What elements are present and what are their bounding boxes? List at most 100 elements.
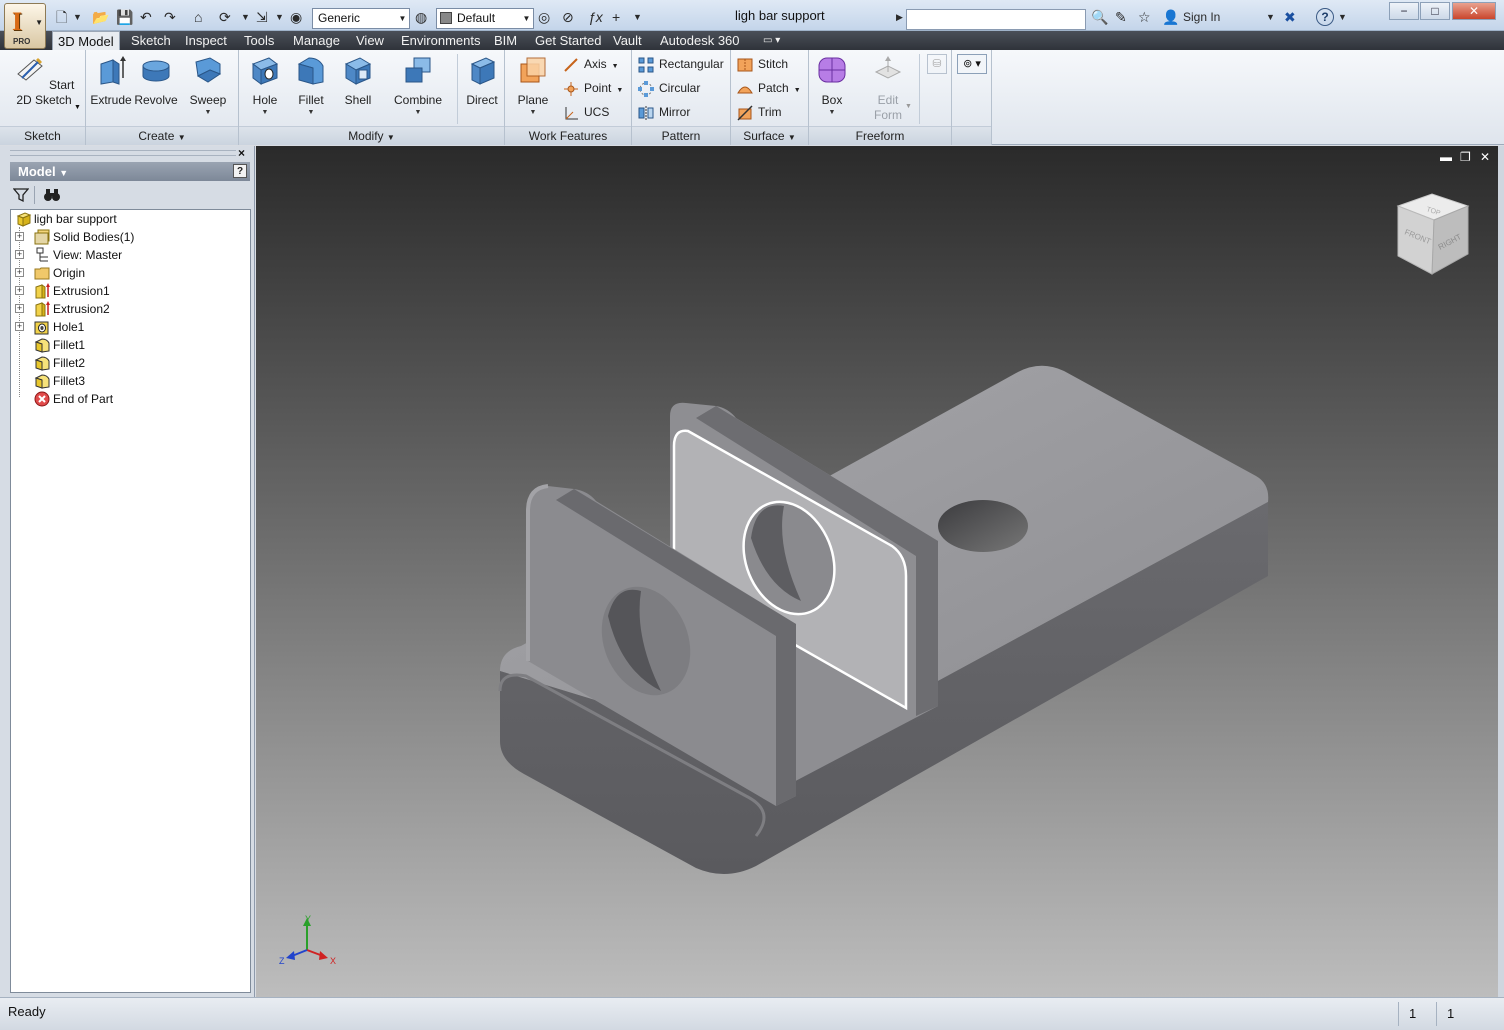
undo-icon[interactable]: ↶: [140, 8, 152, 26]
modify-panel-label[interactable]: Modify ▼: [239, 126, 504, 145]
update-icon[interactable]: ⟳: [219, 8, 231, 26]
direct-edit-button[interactable]: Direct: [461, 54, 503, 108]
customize-qat-icon[interactable]: ▼: [633, 8, 642, 26]
favorites-star-icon[interactable]: ☆: [1138, 8, 1151, 26]
extrude-button[interactable]: Extrude: [89, 54, 133, 108]
select-dropdown-icon[interactable]: ▼: [275, 8, 284, 26]
new-document-icon[interactable]: 🗋: [56, 8, 67, 26]
part-model[interactable]: [256, 146, 1498, 997]
ribbon-display-options-icon[interactable]: ▭ ▾: [758, 31, 785, 50]
chevron-down-icon[interactable]: ▼: [74, 104, 81, 111]
expand-icon[interactable]: +: [15, 304, 24, 313]
start-2d-sketch-button[interactable]: Start 2D Sketch: [8, 54, 80, 108]
view-rep-icon: [36, 247, 48, 262]
expand-icon[interactable]: +: [15, 268, 24, 277]
y-axis-label: Y: [305, 914, 311, 924]
update-dropdown-icon[interactable]: ▼: [241, 8, 250, 26]
base-plate-hole[interactable]: [938, 500, 1028, 552]
mirror-button[interactable]: Mirror: [638, 101, 690, 123]
expand-icon[interactable]: +: [15, 322, 24, 331]
browser-help-icon[interactable]: ?: [233, 164, 247, 178]
tab-autodesk-360[interactable]: Autodesk 360: [655, 31, 745, 50]
patch-button[interactable]: Patch ▼: [737, 77, 801, 99]
point-button[interactable]: Point ▼: [563, 77, 623, 99]
hole-button[interactable]: Hole ▼: [245, 54, 285, 117]
application-menu-button[interactable]: I PRO ▼: [4, 3, 46, 49]
modify-separator: [457, 54, 458, 124]
material-select[interactable]: Generic ▼: [312, 8, 410, 29]
ucs-button[interactable]: UCS: [563, 101, 609, 123]
graphics-viewport[interactable]: ▬ ❐ ✕ TOP FRONT RIGHT Y X Z: [256, 146, 1498, 997]
freeform-box-button[interactable]: Box ▼: [813, 54, 851, 117]
help-icon[interactable]: ?: [1316, 8, 1334, 26]
chevron-down-icon: ▼: [522, 14, 531, 23]
status-text: Ready: [8, 1004, 46, 1019]
close-icon[interactable]: ×: [238, 146, 245, 160]
create-panel: Extrude Revolve Sweep ▼ Create ▼: [86, 50, 239, 145]
more-options-icon[interactable]: ⊚ ▾: [957, 54, 987, 74]
browser-header[interactable]: Model ▼ ?: [10, 162, 250, 181]
close-window-button[interactable]: ✕: [1452, 2, 1496, 20]
create-panel-label[interactable]: Create ▼: [86, 126, 238, 145]
find-binoculars-icon[interactable]: [43, 187, 61, 203]
search-icon[interactable]: 🔍: [1091, 8, 1108, 26]
tab-tools[interactable]: Tools: [239, 31, 279, 50]
select-icon[interactable]: ⇲: [256, 8, 268, 26]
tree-node-label: Solid Bodies(1): [53, 230, 135, 244]
fillet-button[interactable]: Fillet ▼: [291, 54, 331, 117]
axis-button[interactable]: Axis ▼: [563, 53, 619, 75]
edit-form-button[interactable]: Edit Form: [865, 54, 911, 123]
plane-label: Plane: [517, 93, 549, 107]
combine-button[interactable]: Combine ▼: [389, 54, 447, 117]
search-expand-icon[interactable]: ▶: [896, 8, 903, 26]
patch-label: Patch: [758, 81, 789, 95]
stitch-button[interactable]: Stitch: [737, 53, 788, 75]
trim-button[interactable]: Trim: [737, 101, 782, 123]
tab-manage[interactable]: Manage: [288, 31, 345, 50]
sign-in-link[interactable]: Sign In: [1183, 8, 1220, 26]
appearance-select[interactable]: Default ▼: [436, 8, 534, 29]
work-plane-icon: [520, 57, 546, 83]
help-search-input[interactable]: [906, 9, 1086, 30]
surface-panel-label[interactable]: Surface ▼: [731, 126, 808, 145]
tab-view[interactable]: View: [351, 31, 389, 50]
help-dropdown-icon[interactable]: ▼: [1338, 8, 1347, 26]
tab-inspect[interactable]: Inspect: [180, 31, 232, 50]
revolve-button[interactable]: Revolve: [133, 54, 179, 108]
plane-button[interactable]: Plane ▼: [511, 54, 555, 117]
expand-icon[interactable]: +: [15, 286, 24, 295]
filter-icon[interactable]: [13, 187, 29, 203]
tab-get-started[interactable]: Get Started: [530, 31, 606, 50]
fillet-icon: [34, 374, 50, 389]
save-icon[interactable]: 💾: [116, 8, 133, 26]
home-icon[interactable]: ⌂: [194, 8, 202, 26]
subscription-icon[interactable]: ✎: [1115, 8, 1127, 26]
maximize-window-button[interactable]: □: [1420, 2, 1450, 20]
adjust-appearance-icon[interactable]: ◎: [538, 8, 550, 26]
clear-appearance-icon[interactable]: ⊘: [562, 8, 574, 26]
tab-environments[interactable]: Environments: [396, 31, 485, 50]
sweep-button[interactable]: Sweep ▼: [183, 54, 233, 117]
circular-pattern-button[interactable]: Circular: [638, 77, 700, 99]
tab-sketch[interactable]: Sketch: [126, 31, 176, 50]
fx-parameters-icon[interactable]: ƒx: [588, 8, 603, 26]
freeform-separator: [919, 54, 920, 124]
expand-icon[interactable]: +: [15, 232, 24, 241]
status-cell-documents: 1: [1436, 1002, 1476, 1026]
sign-in-dropdown-icon[interactable]: ▼: [1266, 8, 1275, 26]
exchange-apps-icon[interactable]: ✖: [1284, 8, 1296, 26]
tab-vault[interactable]: Vault: [608, 31, 647, 50]
tab-3d-model[interactable]: 3D Model: [52, 31, 120, 50]
more-panel-label: [952, 126, 991, 145]
new-dropdown-icon[interactable]: ▼: [73, 8, 82, 26]
tab-bim[interactable]: BIM: [489, 31, 522, 50]
shell-button[interactable]: Shell: [338, 54, 378, 108]
redo-icon[interactable]: ↷: [164, 8, 176, 26]
expand-icon[interactable]: +: [15, 250, 24, 259]
browser-grip[interactable]: [10, 150, 236, 156]
open-folder-icon[interactable]: 📂: [92, 8, 109, 26]
add-icon[interactable]: +: [612, 8, 620, 26]
convert-to-freeform-icon[interactable]: ⛁: [927, 54, 947, 74]
rectangular-pattern-button[interactable]: Rectangular: [638, 53, 724, 75]
minimize-window-button[interactable]: −: [1389, 2, 1419, 20]
